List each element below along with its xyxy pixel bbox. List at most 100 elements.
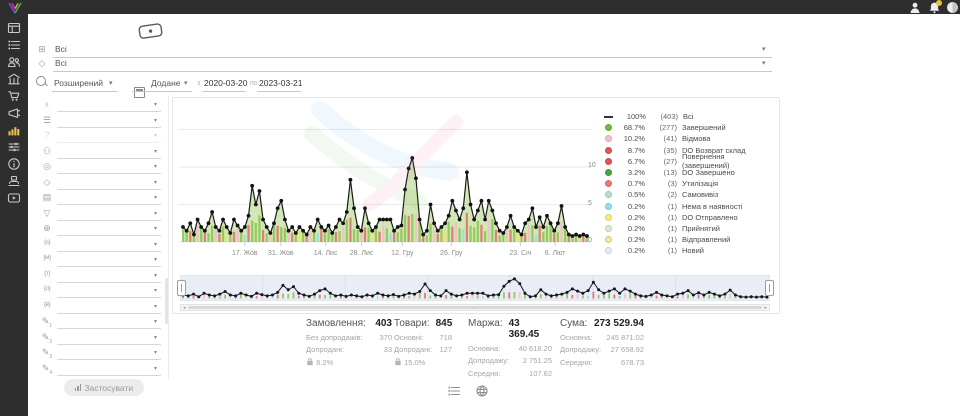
sidebar-item-documents[interactable] <box>7 38 21 52</box>
legend-label: Завершений <box>682 123 726 132</box>
custom-field-2-icon: ✎2 <box>40 332 54 345</box>
legend-label: Утилізація <box>682 179 718 188</box>
filter-row-custom-field-4[interactable]: ✎4▾ <box>40 363 166 376</box>
sidebar-item-support[interactable] <box>7 174 21 188</box>
legend-item-11[interactable]: 0.2%(1)Відправлений <box>605 234 773 245</box>
svg-text:23. Січ: 23. Січ <box>509 249 531 257</box>
scrollbar-thumb[interactable]: ⋯ <box>188 306 762 309</box>
list-view-icon[interactable] <box>447 384 460 397</box>
filter-row-var-t[interactable]: {т}▾ <box>40 270 166 283</box>
filter-row-world[interactable]: ♁▾ <box>40 99 166 112</box>
chevron-down-icon: ▾ <box>154 287 157 294</box>
chevron-down-icon[interactable]: ▾ <box>109 80 113 88</box>
filter-input-line <box>57 127 161 128</box>
orders-status-chart[interactable]: 17. Жов31. Жов14. Лис28. Лис12. Гру26. Г… <box>179 106 591 258</box>
date-to-label: по <box>250 80 258 87</box>
apply-button[interactable]: Застосувати <box>64 379 144 396</box>
legend-item-2[interactable]: 10.2%(41)Відмова <box>605 133 773 144</box>
sidebar-item-purchases[interactable] <box>7 89 21 103</box>
navigator-left-handle[interactable] <box>177 280 186 296</box>
legend-item-9[interactable]: 0.2%(1)DO Отправлено <box>605 212 773 223</box>
y-axis-tick-0: 0 <box>588 237 604 244</box>
filter-row-payment[interactable]: ◎▾ <box>40 161 166 174</box>
date-to-input[interactable]: 2023-03-21 <box>259 78 302 88</box>
chevron-down-icon: ▾ <box>154 303 157 310</box>
filter-row-region[interactable]: ⊕▾ <box>40 223 166 236</box>
filter-input-line <box>57 344 161 345</box>
sphere-view-icon[interactable] <box>475 384 488 397</box>
filter-row-package[interactable]: ◇▾ <box>40 177 166 190</box>
filter-row-var-m[interactable]: {м}▾ <box>40 254 166 267</box>
legend-percent: 0.7% <box>616 179 645 188</box>
filter-row-var-v[interactable]: {в}▾ <box>40 301 166 314</box>
legend-item-1[interactable]: 68.7%(277)Завершений <box>605 122 773 133</box>
legend-dot-swatch <box>605 135 612 142</box>
category-filter-value[interactable]: Всі <box>55 44 67 54</box>
filter-row-custom-field-2[interactable]: ✎2▾ <box>40 332 166 345</box>
scroll-left-icon[interactable]: ◂ <box>183 305 186 312</box>
sidebar-item-info[interactable] <box>7 157 21 171</box>
sidebar-item-marketing[interactable] <box>7 106 21 120</box>
user-icon[interactable] <box>909 1 922 14</box>
chevron-down-icon: ▾ <box>154 365 157 372</box>
app-logo-icon[interactable] <box>6 1 24 13</box>
chevron-down-icon: ▾ <box>154 179 157 186</box>
date-from-input[interactable]: 2020-03-20 <box>204 78 247 88</box>
filter-row-custom-field-3[interactable]: ✎3▾ <box>40 347 166 360</box>
chevron-down-icon[interactable]: ▾ <box>762 46 766 54</box>
filter-row-var-s[interactable]: {s}▾ <box>40 239 166 252</box>
chart-legend: 100%(403)Всі68.7%(277)Завершений10.2%(41… <box>605 111 773 256</box>
var-m-icon: {м} <box>40 254 54 261</box>
date-field-select[interactable]: Додане <box>151 78 181 88</box>
legend-item-8[interactable]: 0.2%(1)Нема в наявності <box>605 201 773 212</box>
filter-input-line <box>57 111 161 112</box>
product-filter-field[interactable] <box>53 70 772 72</box>
legend-count: (1) <box>649 224 677 233</box>
screencast-icon[interactable] <box>138 23 164 38</box>
filter-row-image[interactable]: ▤▾ <box>40 192 166 205</box>
sidebar-item-analytics-active[interactable] <box>7 123 21 137</box>
legend-percent: 6.7% <box>616 157 645 166</box>
funnel-icon: ▽ <box>40 208 54 219</box>
product-filter-value[interactable]: Всі <box>55 58 67 68</box>
chevron-down-icon[interactable]: ▾ <box>762 60 766 68</box>
stat-sub-label: Допродажу: <box>468 356 509 365</box>
scroll-right-icon[interactable]: ▸ <box>764 305 767 312</box>
chart-hscrollbar[interactable]: ◂ ⋯ ▸ <box>180 304 770 311</box>
filter-row-var-o[interactable]: {о}▾ <box>40 285 166 298</box>
legend-item-12[interactable]: 0.2%(1)Новий <box>605 245 773 256</box>
sidebar-item-integrations[interactable] <box>7 140 21 154</box>
filter-row-funnel[interactable]: ▽▾ <box>40 208 166 221</box>
filter-row-status-list[interactable]: ☰▾ <box>40 115 166 128</box>
filter-row-help[interactable]: ?▾ <box>40 130 166 143</box>
filter-row-clients[interactable]: ⚇▾ <box>40 146 166 159</box>
sidebar-item-tutorials[interactable] <box>7 191 21 205</box>
custom-field-1-icon: ✎1 <box>40 316 54 329</box>
status-list-icon: ☰ <box>40 115 54 126</box>
legend-item-10[interactable]: 0.2%(1)Прийнятий <box>605 223 773 234</box>
legend-item-7[interactable]: 0.5%(2)Самовивіз <box>605 189 773 200</box>
legend-label: Відправлений <box>682 235 730 244</box>
navigator-right-handle[interactable] <box>765 280 774 296</box>
sidebar-item-dashboard[interactable] <box>7 21 21 35</box>
legend-item-0[interactable]: 100%(403)Всі <box>605 111 773 122</box>
filter-row-custom-field-1[interactable]: ✎1▾ <box>40 316 166 329</box>
filter-input-line <box>57 282 161 283</box>
legend-item-4[interactable]: 6.7%(27)Повернення (завершений) <box>605 156 773 167</box>
stat-title: Сума: <box>560 318 587 329</box>
sidebar-scrollbar[interactable] <box>165 278 168 324</box>
legend-item-6[interactable]: 0.7%(3)Утилізація <box>605 178 773 189</box>
stat-sub-value: 107.62 <box>529 369 552 378</box>
category-filter-field[interactable] <box>53 56 772 58</box>
upsell-badge: 15.0% <box>394 358 425 367</box>
chevron-down-icon[interactable]: ▾ <box>184 80 188 88</box>
stat-column-0: Замовлення:403Без допродажів:370Допродан… <box>306 318 392 367</box>
sidebar-item-customers[interactable] <box>7 55 21 69</box>
avatar-icon[interactable] <box>946 1 959 14</box>
upsell-badge: 8.2% <box>306 358 333 367</box>
sidebar-item-warehouse[interactable] <box>7 72 21 86</box>
chart-navigator[interactable] <box>180 275 770 301</box>
filter-input-line <box>57 266 161 267</box>
search-mode-select[interactable]: Розширений <box>54 78 103 88</box>
stat-title: Товари: <box>394 318 430 329</box>
